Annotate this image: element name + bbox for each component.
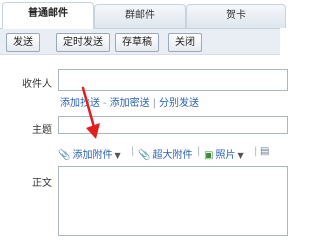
tab-normal-mail[interactable]: 普通邮件: [2, 2, 94, 29]
annotation-arrow-icon: [81, 86, 100, 139]
annotation-arrow-shaft: [81, 86, 96, 129]
